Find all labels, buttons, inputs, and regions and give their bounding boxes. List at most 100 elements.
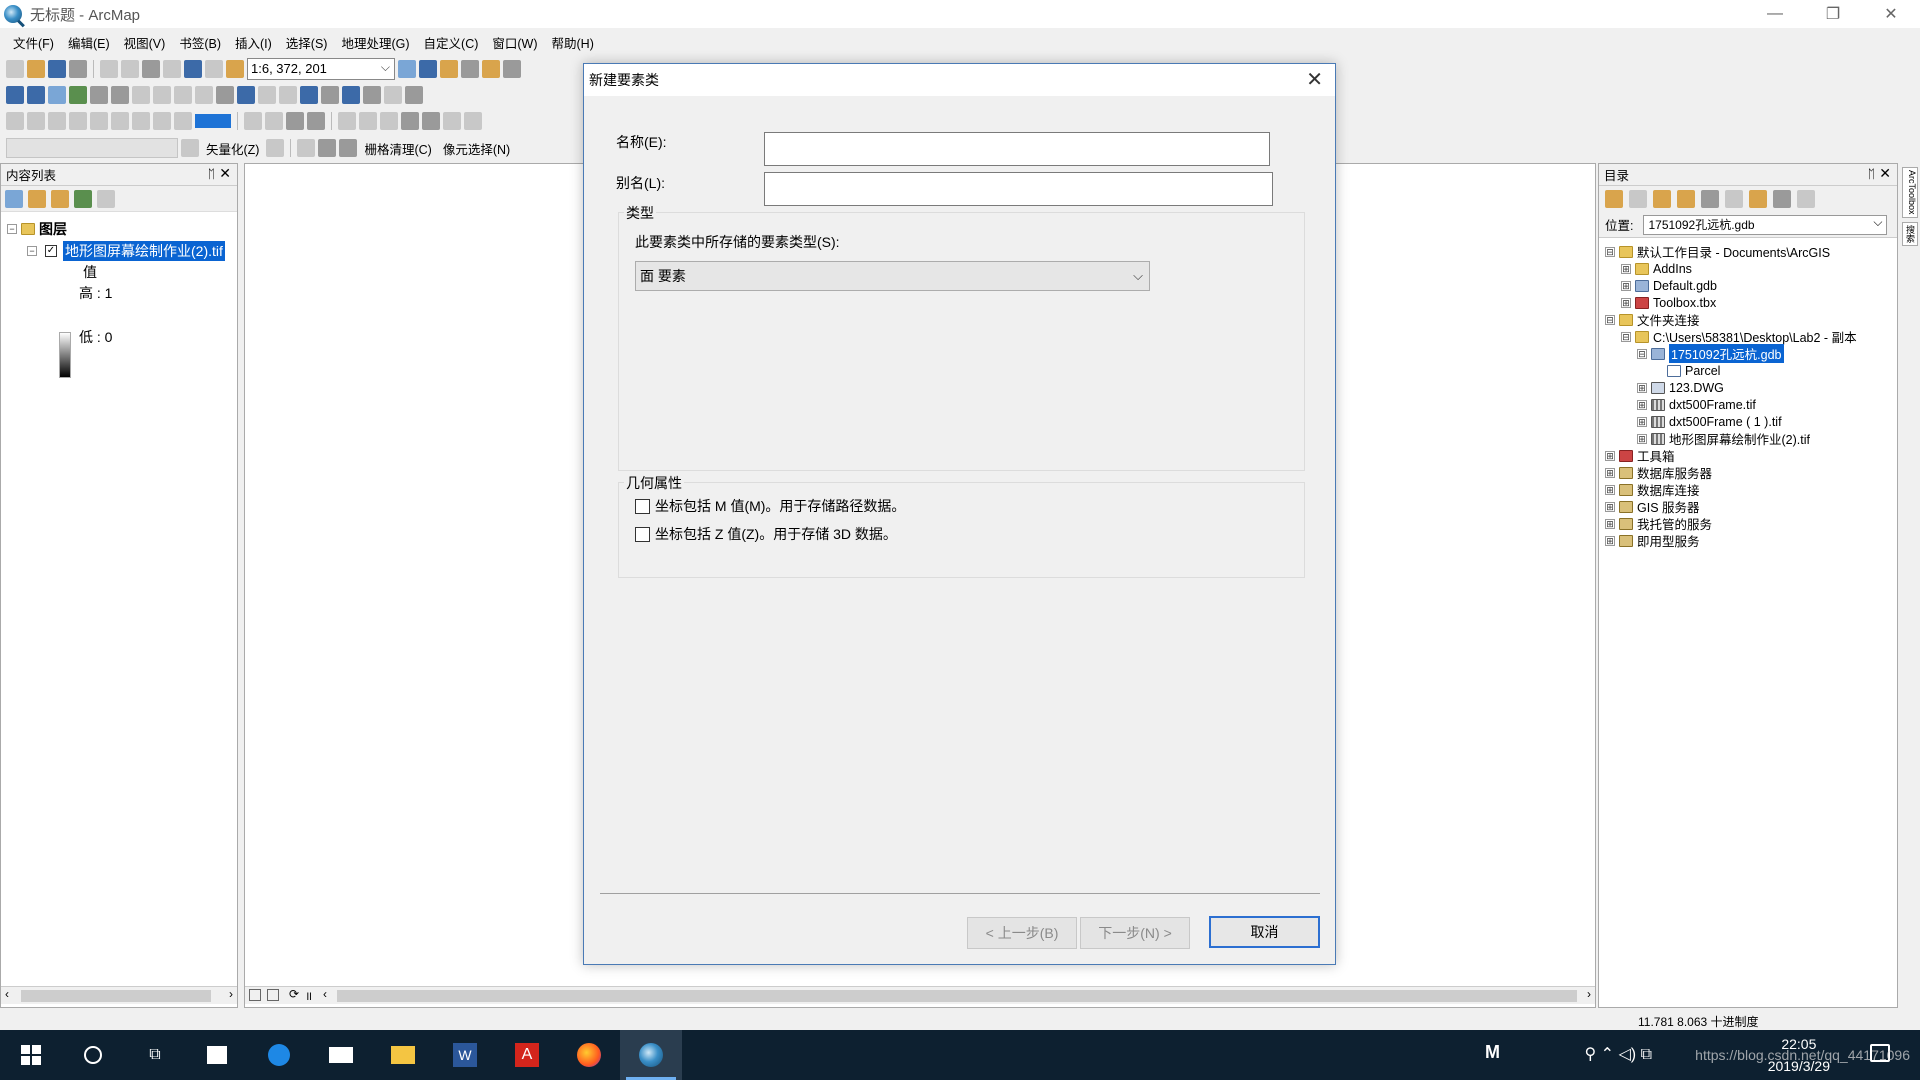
views-icon[interactable] xyxy=(1725,190,1743,208)
select-features-icon[interactable] xyxy=(174,86,192,104)
name-field[interactable] xyxy=(764,132,1270,166)
next-button[interactable]: 下一步(N) > xyxy=(1080,917,1190,949)
layout-c-icon[interactable] xyxy=(286,112,304,130)
copy-icon[interactable] xyxy=(121,60,139,78)
catalog-tree-item[interactable]: ⊟ C:\Users\58381\Desktop\Lab2 - 副本 xyxy=(1599,328,1897,345)
cell-selection-menu[interactable]: 像元选择(N) xyxy=(439,139,514,158)
expand-icon[interactable]: ⊞ xyxy=(1637,433,1647,444)
expand-icon[interactable]: ⊞ xyxy=(1621,263,1631,274)
menu-file[interactable]: 文件(F) xyxy=(6,33,61,52)
measure-icon[interactable] xyxy=(300,86,318,104)
layout-b-icon[interactable] xyxy=(265,112,283,130)
full-extent-icon[interactable] xyxy=(69,86,87,104)
pause-icon[interactable]: ॥ xyxy=(305,987,312,1004)
firefox-app[interactable] xyxy=(558,1030,620,1080)
expand-icon[interactable]: ⊞ xyxy=(1637,416,1647,427)
cancel-button[interactable]: 取消 xyxy=(1209,916,1320,948)
arcmap-app[interactable] xyxy=(620,1030,682,1080)
catalog-tree-item[interactable]: ⊞ dxt500Frame.tif xyxy=(1599,396,1897,413)
catalog-tree-item[interactable]: ⊞ 工具箱 xyxy=(1599,447,1897,464)
catalog-tree-item[interactable]: ⊞ 我托管的服务 xyxy=(1599,515,1897,532)
options-icon[interactable] xyxy=(1797,190,1815,208)
menu-geoprocessing[interactable]: 地理处理(G) xyxy=(334,33,416,52)
list-by-drawing-order-icon[interactable] xyxy=(5,189,23,208)
vertex-icon[interactable] xyxy=(359,112,377,130)
tool-d-icon[interactable] xyxy=(69,112,87,130)
menu-help[interactable]: 帮助(H) xyxy=(545,33,601,52)
expand-icon[interactable]: ⊞ xyxy=(1621,280,1631,291)
hyperlink-icon[interactable] xyxy=(258,86,276,104)
catalog-tree-item[interactable]: ⊞ 数据库连接 xyxy=(1599,481,1897,498)
raster-painting-icon[interactable] xyxy=(318,139,337,157)
vectorization-menu[interactable]: 矢量化(Z) xyxy=(202,139,263,158)
tool-a-icon[interactable] xyxy=(6,112,24,130)
list-by-selection-icon[interactable] xyxy=(74,189,92,208)
search-tab[interactable]: 搜索 xyxy=(1902,221,1918,246)
identify-icon[interactable] xyxy=(237,86,255,104)
store-app[interactable] xyxy=(186,1030,248,1080)
catalog-tree-item[interactable]: ⊟ 文件夹连接 xyxy=(1599,311,1897,328)
catalog-tree-item[interactable]: ⊞ AddIns xyxy=(1599,260,1897,277)
cut-icon[interactable] xyxy=(100,60,118,78)
raster-layer-combo[interactable] xyxy=(6,138,178,158)
up-one-level-icon[interactable] xyxy=(1653,190,1671,208)
tool-b-icon[interactable] xyxy=(27,112,45,130)
time-slider-icon[interactable] xyxy=(384,86,402,104)
home-icon[interactable] xyxy=(1677,190,1695,208)
catalog-tree-item[interactable]: ⊞ 数据库服务器 xyxy=(1599,464,1897,481)
map-horizontal-scrollbar[interactable]: ⟳ ॥ ‹ › xyxy=(245,986,1595,1004)
pin-icon[interactable]: ᛖ xyxy=(208,167,215,181)
forward-extent-icon[interactable] xyxy=(153,86,171,104)
cleanup-icon[interactable] xyxy=(339,139,358,157)
add-data-icon[interactable] xyxy=(226,60,244,78)
tool-g-icon[interactable] xyxy=(132,112,150,130)
editor-toolbar-icon[interactable] xyxy=(398,60,416,78)
redo-icon[interactable] xyxy=(205,60,223,78)
toc-horizontal-scrollbar[interactable]: ‹ › xyxy=(1,986,237,1004)
expand-icon[interactable]: ⊞ xyxy=(1605,535,1615,546)
scroll-right-icon[interactable]: › xyxy=(1587,987,1591,1001)
raster-snapping-icon[interactable] xyxy=(181,139,199,157)
sketch-icon[interactable] xyxy=(338,112,356,130)
find-icon[interactable] xyxy=(321,86,339,104)
catalog-window-icon[interactable] xyxy=(440,60,458,78)
minimize-button[interactable]: — xyxy=(1746,0,1804,28)
tool-f-icon[interactable] xyxy=(111,112,129,130)
layer-visibility-checkbox[interactable]: ✓ xyxy=(45,245,57,257)
arctoolbox-icon[interactable] xyxy=(482,60,500,78)
close-icon[interactable]: ✕ xyxy=(1879,165,1891,182)
menu-view[interactable]: 视图(V) xyxy=(117,33,173,52)
menu-bookmarks[interactable]: 书签(B) xyxy=(172,33,228,52)
close-button[interactable]: ✕ xyxy=(1862,0,1920,28)
m-values-option[interactable]: 坐标包括 M 值(M)。用于存储路径数据。 xyxy=(635,496,905,516)
catalog-tree-item[interactable]: ⊟ 1751092孔远杭.gdb xyxy=(1599,344,1897,363)
alias-field[interactable] xyxy=(764,172,1273,206)
toggle-tree-icon[interactable] xyxy=(1773,190,1791,208)
menu-edit[interactable]: 编辑(E) xyxy=(61,33,117,52)
feature-type-select[interactable]: 面 要素 ⌵ xyxy=(635,261,1150,291)
catalog-tree-item[interactable]: ⊞ 123.DWG xyxy=(1599,379,1897,396)
eraser-icon[interactable] xyxy=(380,112,398,130)
tool-i-icon[interactable] xyxy=(174,112,192,130)
z-values-checkbox[interactable] xyxy=(635,526,650,542)
clear-selection-icon[interactable] xyxy=(195,86,213,104)
data-view-icon[interactable] xyxy=(249,989,261,1001)
width-icon[interactable] xyxy=(422,112,440,130)
raster-cleanup-menu[interactable]: 栅格清理(C) xyxy=(360,139,435,158)
file-explorer-app[interactable] xyxy=(372,1030,434,1080)
expand-icon[interactable]: ⊞ xyxy=(1637,382,1647,393)
scroll-left-icon[interactable]: ‹ xyxy=(5,987,9,1001)
snap-icon[interactable] xyxy=(464,112,482,130)
task-view-button[interactable]: ⧉ xyxy=(124,1030,186,1080)
catalog-tree-item[interactable]: ⊞ 即用型服务 xyxy=(1599,532,1897,549)
expand-icon[interactable]: ⊞ xyxy=(1637,399,1647,410)
browser-app[interactable] xyxy=(248,1030,310,1080)
layers-node[interactable]: − 图层 xyxy=(7,218,231,240)
system-tray-icons[interactable]: ⚲ ⌃ ◁) ⧉ xyxy=(1584,1044,1652,1064)
collapse-icon[interactable]: ⊟ xyxy=(1605,314,1615,325)
list-by-source-icon[interactable] xyxy=(28,189,46,208)
line-icon[interactable] xyxy=(401,112,419,130)
start-button[interactable] xyxy=(0,1030,62,1080)
menu-windows[interactable]: 窗口(W) xyxy=(485,33,544,52)
tool-h-icon[interactable] xyxy=(153,112,171,130)
